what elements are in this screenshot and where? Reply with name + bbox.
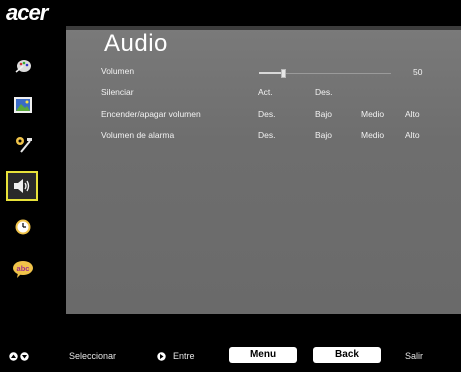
image-icon bbox=[14, 97, 32, 113]
settings-icon bbox=[16, 137, 32, 153]
mute-option-on[interactable]: Act. bbox=[258, 87, 273, 97]
sidebar-item-timer[interactable] bbox=[8, 212, 38, 242]
sidebar-item-image[interactable] bbox=[8, 90, 38, 120]
sidebar-item-settings[interactable] bbox=[8, 129, 38, 159]
sidebar: abc bbox=[0, 26, 66, 322]
bottom-bar: Seleccionar Entre Menu Back Salir bbox=[0, 340, 461, 372]
right-arrow-icon bbox=[157, 352, 166, 361]
exit-hint: Salir bbox=[405, 351, 424, 361]
acer-logo: acer bbox=[6, 2, 66, 24]
panel-top-strip bbox=[66, 26, 461, 30]
alarm-volume-label: Volumen de alarma bbox=[101, 130, 175, 140]
logo-text: acer bbox=[6, 0, 48, 25]
alarm-volume-option-low[interactable]: Bajo bbox=[315, 130, 332, 140]
sidebar-item-language[interactable]: abc bbox=[8, 254, 38, 284]
volume-slider[interactable] bbox=[259, 69, 391, 78]
color-icon bbox=[15, 60, 31, 73]
alarm-volume-option-medium[interactable]: Medio bbox=[361, 130, 384, 140]
alarm-volume-option-high[interactable]: Alto bbox=[405, 130, 420, 140]
language-icon-label: abc bbox=[17, 264, 30, 273]
back-button[interactable]: Back bbox=[313, 347, 381, 363]
audio-panel: Audio Volumen 50 Silenciar Act. Des. Enc… bbox=[66, 26, 461, 314]
power-volume-label: Encender/apagar volumen bbox=[101, 109, 201, 119]
audio-icon bbox=[14, 179, 30, 193]
power-volume-option-medium[interactable]: Medio bbox=[361, 109, 384, 119]
page-title: Audio bbox=[104, 30, 168, 57]
timer-icon bbox=[15, 219, 31, 235]
power-volume-option-high[interactable]: Alto bbox=[405, 109, 420, 119]
enter-hint: Entre bbox=[173, 351, 195, 361]
sidebar-item-audio[interactable] bbox=[6, 171, 38, 201]
menu-button[interactable]: Menu bbox=[229, 347, 297, 363]
language-icon: abc bbox=[13, 261, 33, 278]
volume-label: Volumen bbox=[101, 66, 135, 76]
select-hint: Seleccionar bbox=[69, 351, 117, 361]
alarm-volume-option-off[interactable]: Des. bbox=[258, 130, 275, 140]
mute-label: Silenciar bbox=[101, 87, 134, 97]
power-volume-option-low[interactable]: Bajo bbox=[315, 109, 332, 119]
up-down-icon bbox=[9, 352, 29, 361]
power-volume-option-off[interactable]: Des. bbox=[258, 109, 275, 119]
mute-option-off[interactable]: Des. bbox=[315, 87, 332, 97]
volume-slider-thumb[interactable] bbox=[281, 69, 286, 78]
volume-value: 50 bbox=[413, 67, 423, 77]
volume-slider-fill bbox=[259, 72, 283, 74]
sidebar-item-color[interactable] bbox=[8, 50, 38, 80]
